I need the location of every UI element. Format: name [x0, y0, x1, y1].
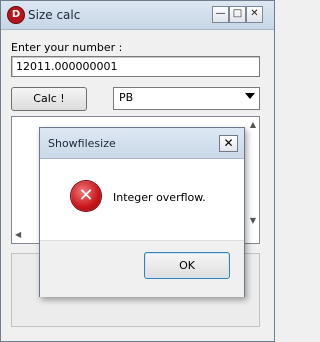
maximize-button[interactable]: □ — [229, 6, 246, 23]
close-button[interactable]: ✕ — [246, 6, 263, 23]
dialog-close-button[interactable]: ✕ — [219, 135, 238, 152]
unit-select[interactable]: PB — [113, 87, 260, 110]
dialog-footer: OK — [40, 240, 244, 297]
calc-button[interactable]: Calc ! — [11, 87, 87, 111]
number-prompt-label: Enter your number : — [11, 41, 123, 54]
scroll-up-icon[interactable]: ▲ — [250, 120, 256, 129]
dialog-title-bar[interactable]: Showfilesize ✕ — [40, 128, 244, 159]
error-icon: ✕ — [71, 181, 101, 211]
number-input-value: 12011.000000001 — [16, 60, 118, 73]
unit-select-value: PB — [119, 91, 134, 104]
dropdown-arrow-icon — [245, 93, 255, 99]
dialog-title: Showfilesize — [48, 137, 116, 150]
scroll-down-icon[interactable]: ▼ — [250, 216, 256, 225]
scroll-left-icon[interactable]: ◀ — [15, 230, 21, 239]
error-message: Integer overflow. — [113, 191, 206, 204]
app-icon: D — [7, 6, 25, 24]
error-dialog: Showfilesize ✕ ✕ Integer overflow. OK — [39, 127, 245, 297]
number-input[interactable]: 12011.000000001 — [11, 56, 260, 77]
ok-button[interactable]: OK — [144, 252, 230, 279]
title-bar[interactable]: D Size calc — □ ✕ — [1, 1, 274, 30]
window-title: Size calc — [28, 8, 81, 22]
minimize-button[interactable]: — — [212, 6, 229, 23]
